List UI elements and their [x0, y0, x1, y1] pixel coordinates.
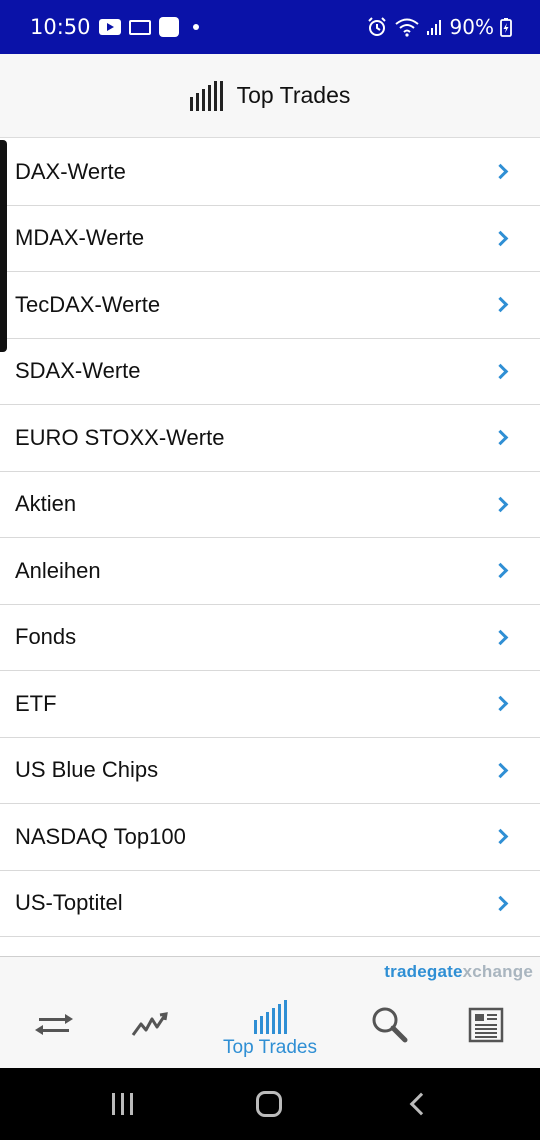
list-item-label: Aktien [15, 491, 77, 517]
tab-bar: Top Trades [0, 993, 540, 1069]
mail-notification-icon [128, 19, 151, 35]
top-trades-bars-icon [189, 80, 223, 111]
youtube-notification-icon [98, 19, 121, 35]
app-header: Top Trades [0, 54, 540, 138]
chevron-right-icon [492, 363, 509, 380]
app-notification-icon [158, 17, 179, 37]
chevron-right-icon [492, 629, 509, 646]
list-item-mdax[interactable]: MDAX-Werte [0, 205, 540, 272]
edge-panel-handle[interactable] [0, 140, 7, 352]
brand-logo-part2: xchange [462, 962, 533, 981]
list-item-label: NASDAQ Top100 [15, 823, 186, 849]
page-title: Top Trades [236, 82, 351, 108]
tab-chart[interactable] [96, 993, 204, 1069]
chevron-right-icon [492, 230, 509, 247]
category-list: DAX-Werte MDAX-Werte TecDAX-Werte SDAX-W… [0, 139, 540, 937]
list-item-label: US Blue Chips [15, 757, 159, 783]
list-item-label: DAX-Werte [15, 158, 126, 184]
back-button[interactable] [409, 1092, 432, 1116]
chevron-right-icon [492, 163, 509, 180]
alarm-icon [367, 17, 386, 36]
battery-percent: 90% [449, 15, 494, 39]
list-item-label: US-Toptitel [15, 890, 123, 916]
status-bar: 10:50 90% [0, 0, 540, 54]
chart-line-icon [131, 1012, 168, 1036]
more-notifications-dot-icon [192, 24, 199, 30]
list-item-etf[interactable]: ETF [0, 671, 540, 738]
chevron-right-icon [492, 762, 509, 779]
search-icon [372, 1007, 408, 1043]
tab-news[interactable] [432, 993, 540, 1069]
tab-search[interactable] [336, 993, 444, 1069]
list-item-aktien[interactable]: Aktien [0, 471, 540, 538]
chevron-right-icon [492, 562, 509, 579]
news-icon [468, 1007, 504, 1043]
chevron-right-icon [492, 296, 509, 313]
recents-button[interactable] [111, 1093, 133, 1115]
list-item-euro-stoxx[interactable]: EURO STOXX-Werte [0, 405, 540, 472]
signal-icon [426, 20, 441, 35]
chevron-right-icon [492, 895, 509, 912]
brand-logo-part1: tradegate [384, 962, 463, 981]
tab-top-trades[interactable]: Top Trades [216, 993, 324, 1069]
list-item-us-blue-chips[interactable]: US Blue Chips [0, 737, 540, 804]
chevron-right-icon [492, 496, 509, 513]
battery-charging-icon [500, 18, 512, 37]
list-item-label: TecDAX-Werte [15, 291, 161, 317]
list-item-label: SDAX-Werte [15, 358, 141, 384]
home-button[interactable] [255, 1091, 282, 1117]
list-item-label: EURO STOXX-Werte [15, 424, 225, 450]
list-item-nasdaq-top100[interactable]: NASDAQ Top100 [0, 804, 540, 871]
brand-logo: tradegatexchange [384, 962, 533, 982]
list-item-fonds[interactable]: Fonds [0, 604, 540, 671]
bottom-tab-area: tradegatexchange Top Trades [0, 956, 540, 1068]
tab-transfer[interactable] [0, 993, 108, 1069]
chevron-right-icon [492, 828, 509, 845]
system-nav-bar [0, 1068, 540, 1140]
list-item-anleihen[interactable]: Anleihen [0, 538, 540, 605]
status-bar-right: 90% [366, 15, 512, 39]
chevron-right-icon [492, 429, 509, 446]
list-item-label: ETF [15, 690, 57, 716]
list-item-label: Anleihen [15, 557, 101, 583]
wifi-icon [394, 18, 419, 37]
status-time: 10:50 [30, 15, 91, 39]
list-item-label: Fonds [15, 624, 77, 650]
list-item-sdax[interactable]: SDAX-Werte [0, 338, 540, 405]
list-item-dax[interactable]: DAX-Werte [0, 139, 540, 206]
tab-top-trades-label: Top Trades [223, 1037, 317, 1058]
chevron-right-icon [492, 695, 509, 712]
list-item-tecdax[interactable]: TecDAX-Werte [0, 272, 540, 339]
bar-chart-icon [253, 1000, 287, 1034]
status-bar-left: 10:50 [30, 15, 199, 39]
list-item-label: MDAX-Werte [15, 225, 145, 251]
transfer-icon [35, 1013, 73, 1037]
list-item-us-toptitel[interactable]: US-Toptitel [0, 870, 540, 937]
